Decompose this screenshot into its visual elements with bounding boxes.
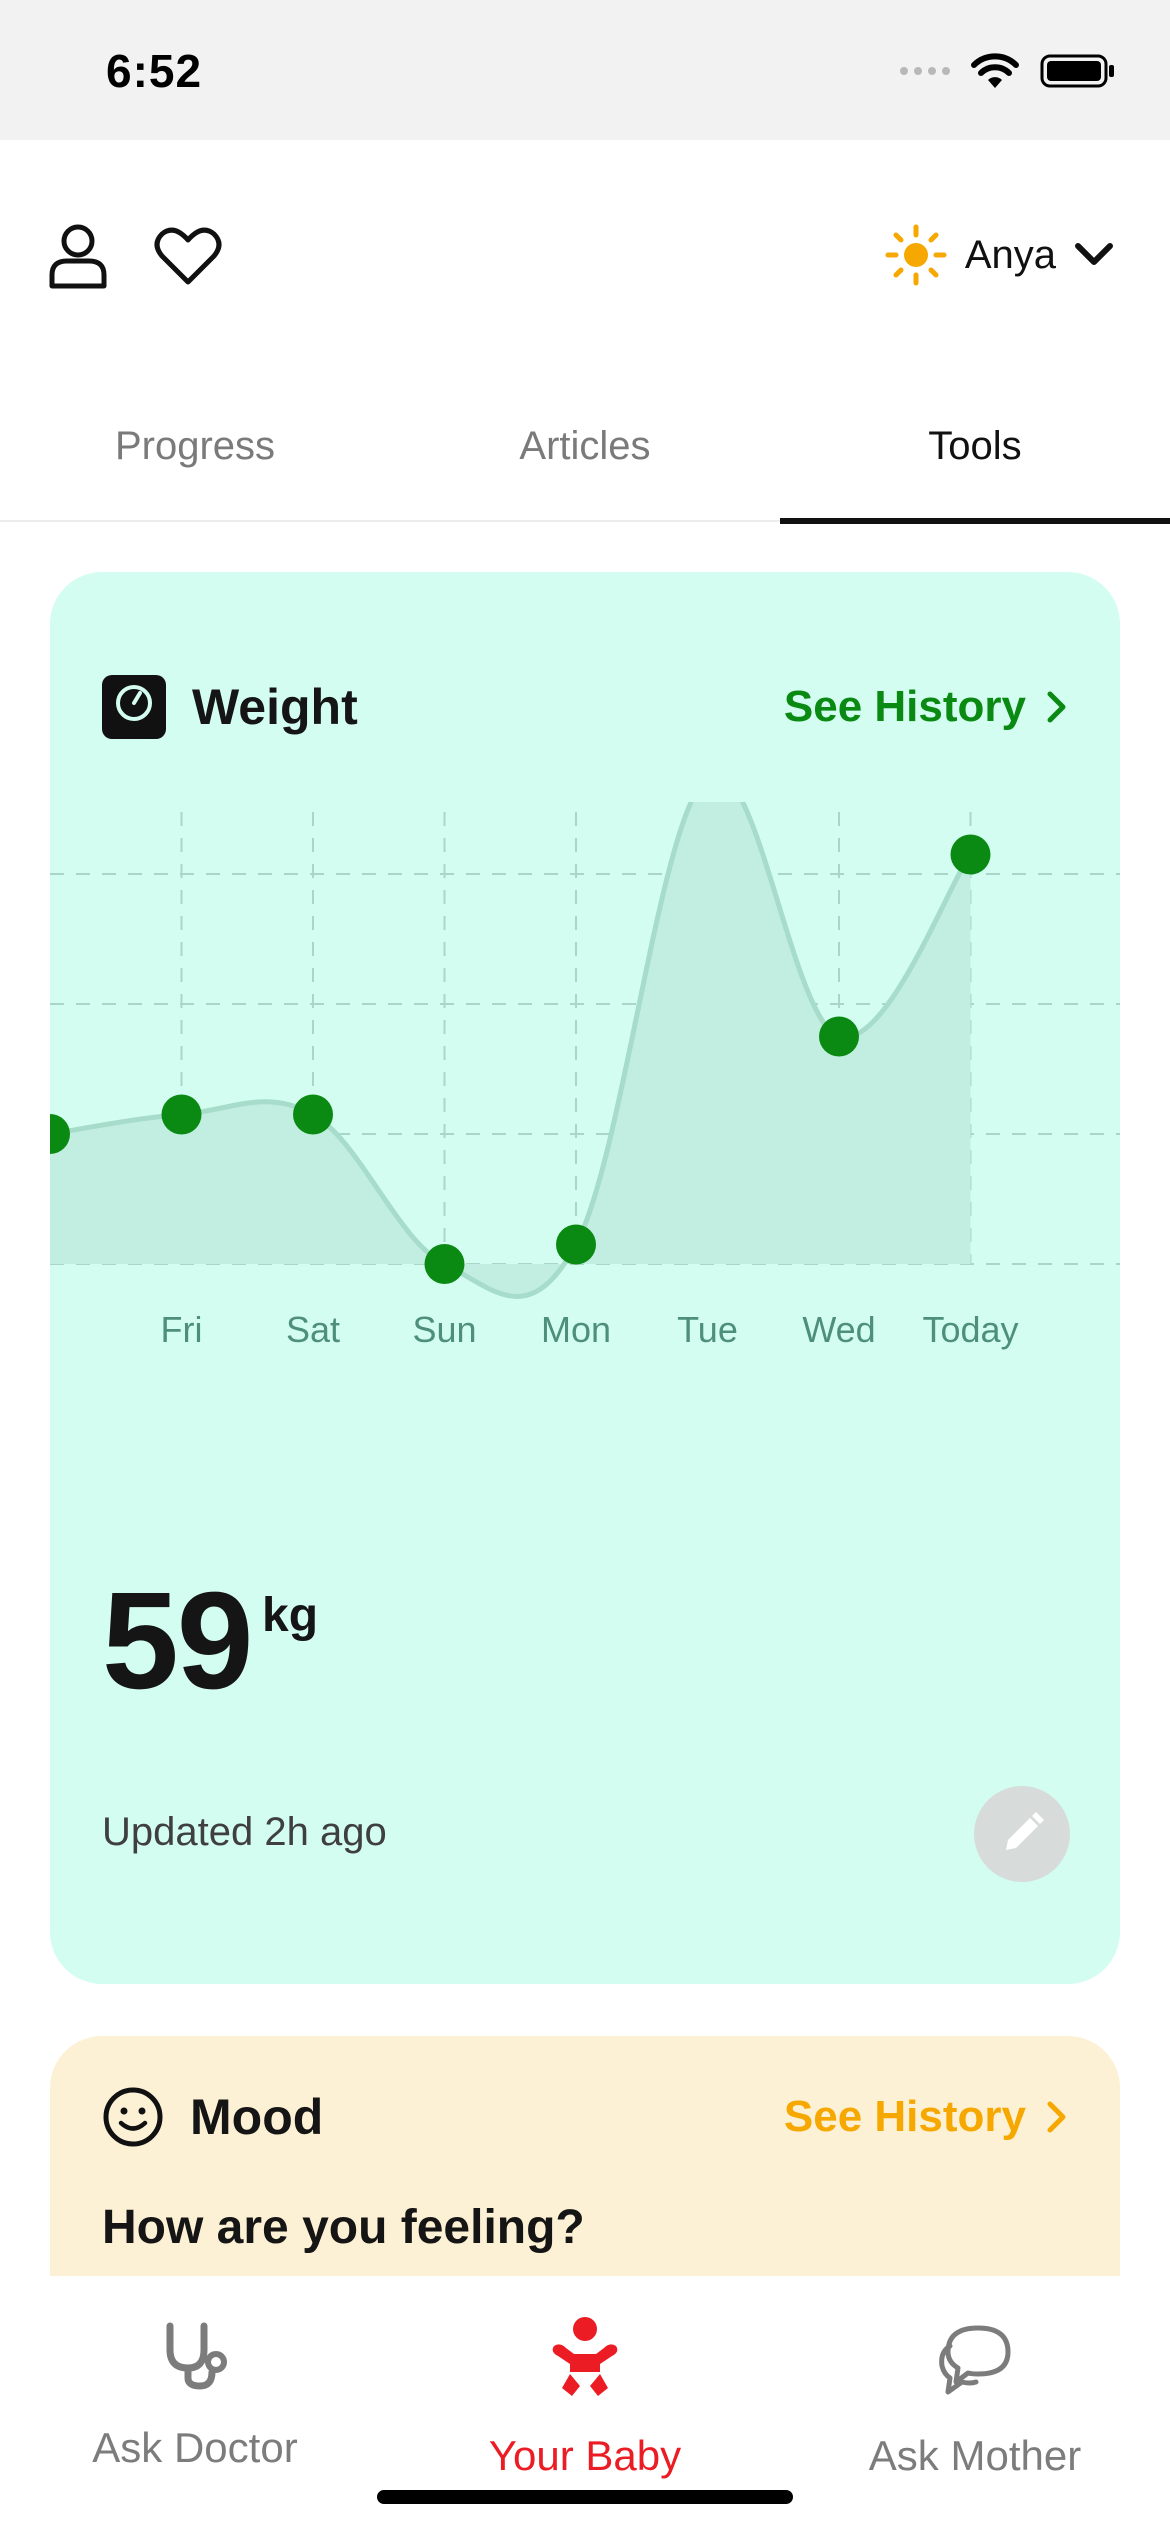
weight-value: 59	[102, 1564, 253, 1718]
scale-icon	[102, 675, 166, 739]
weight-chart: Fri Sat Sun Mon Tue Wed Today	[50, 802, 1120, 1350]
x-tick-label: Sun	[412, 1309, 476, 1350]
chevron-right-icon	[1047, 691, 1066, 723]
app-header: Anya	[0, 140, 1170, 370]
pencil-icon	[1006, 1812, 1044, 1850]
chevron-down-icon	[1075, 243, 1113, 265]
home-indicator	[377, 2490, 793, 2504]
baby-icon	[552, 2317, 618, 2396]
wifi-icon	[971, 53, 1019, 88]
x-tick-label: Sat	[286, 1309, 340, 1350]
weight-point-sun[interactable]	[424, 1244, 465, 1284]
favorites-button[interactable]	[148, 216, 228, 296]
user-name: Anya	[964, 232, 1056, 277]
status-bar: 6:52	[0, 0, 1170, 140]
status-icons	[900, 52, 1116, 90]
user-switcher[interactable]: Anya	[885, 224, 1114, 286]
x-tick-label: Fri	[161, 1309, 203, 1350]
weight-point-mon[interactable]	[556, 1224, 596, 1265]
chevron-right-icon	[1047, 2101, 1066, 2133]
see-history-label: See History	[783, 682, 1026, 731]
mood-card-header: Mood See History	[102, 2082, 1068, 2152]
x-tick-label: Today	[922, 1309, 1018, 1350]
tab-progress[interactable]: Progress	[0, 370, 390, 522]
nav-label-ask-mother: Ask Mother	[868, 2432, 1082, 2479]
heart-icon	[154, 227, 222, 285]
sun-icon	[885, 224, 947, 286]
smiley-icon	[103, 2087, 163, 2147]
x-tick-label: Wed	[802, 1309, 875, 1350]
mood-title: Mood	[190, 2089, 324, 2145]
battery-icon	[1040, 54, 1114, 88]
mood-see-history-link[interactable]: See History	[784, 2092, 1068, 2142]
signal-icon	[900, 67, 950, 75]
nav-label-your-baby: Your Baby	[488, 2432, 682, 2479]
weight-updated-text: Updated 2h ago	[102, 1810, 387, 1854]
weight-title: Weight	[192, 679, 358, 735]
weight-see-history-link[interactable]: See History	[784, 682, 1068, 732]
weight-unit: kg	[262, 1589, 319, 1642]
weight-card-header: Weight See History	[102, 672, 1068, 742]
chat-bubbles-icon	[939, 2325, 1011, 2395]
stethoscope-icon	[166, 2322, 227, 2390]
nav-ask-mother[interactable]: Ask Mother	[780, 2276, 1170, 2532]
person-icon	[49, 224, 107, 289]
nav-ask-doctor[interactable]: Ask Doctor	[0, 2276, 390, 2532]
x-tick-label: Mon	[541, 1309, 611, 1350]
profile-button[interactable]	[38, 216, 118, 296]
mood-question: How are you feeling?	[102, 2201, 585, 2254]
weight-point-sat[interactable]	[293, 1094, 333, 1135]
weight-point-fri[interactable]	[161, 1094, 202, 1135]
see-history-label: See History	[783, 2092, 1026, 2141]
status-time: 6:52	[106, 45, 203, 97]
top-tabs: Progress Articles Tools	[0, 370, 1170, 524]
tab-articles[interactable]: Articles	[390, 370, 780, 522]
weight-card: Weight See History Fri Sat Sun Mon Tue Wed Tod…	[50, 572, 1120, 1984]
weight-point-today[interactable]	[950, 834, 991, 875]
edit-weight-button[interactable]	[974, 1786, 1070, 1882]
x-tick-label: Tue	[677, 1309, 738, 1350]
weight-point-wed[interactable]	[819, 1016, 859, 1057]
nav-label-ask-doctor: Ask Doctor	[92, 2424, 298, 2471]
tab-tools[interactable]: Tools	[780, 370, 1170, 524]
